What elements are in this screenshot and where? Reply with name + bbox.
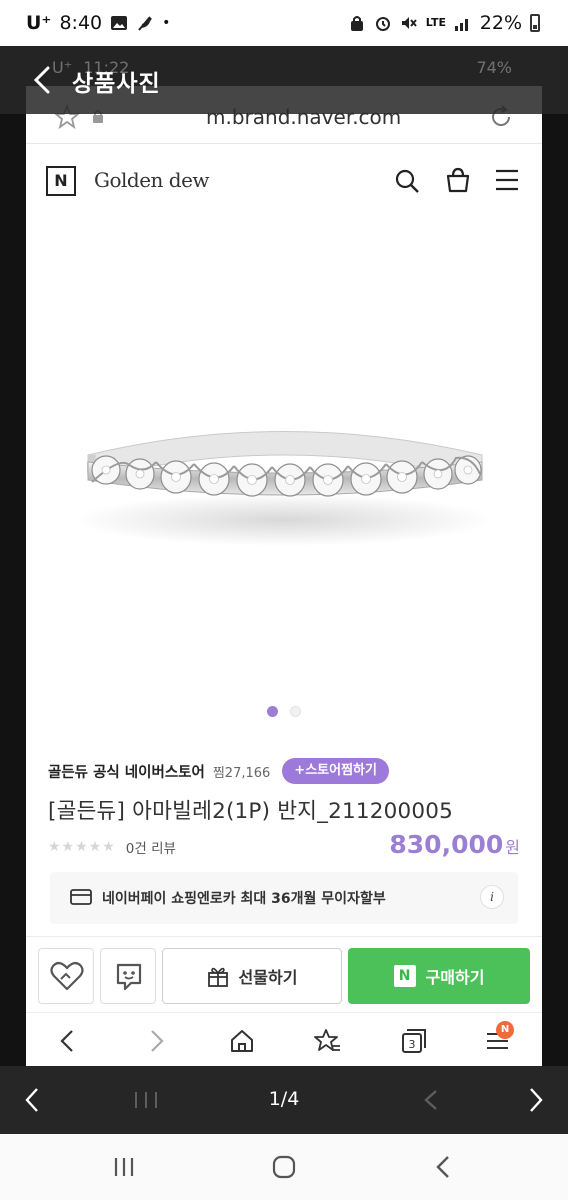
purchase-action-bar: 선물하기 N 구매하기 [26, 936, 542, 1012]
card-icon [70, 889, 92, 905]
system-nav-bar [0, 1134, 568, 1200]
chevron-left-icon[interactable] [430, 1154, 458, 1180]
store-follow-button[interactable]: +스토어찜하기 [282, 758, 389, 784]
gift-label: 선물하기 [238, 968, 298, 987]
chevron-left-icon[interactable] [54, 1027, 82, 1055]
clock: 8:40 [59, 12, 103, 34]
store-row: 골든듀 공식 네이버스토어 찜27,166 +스토어찜하기 [48, 756, 528, 786]
viewer-title: 상품사진 [72, 71, 161, 97]
page-counter: 1/4 [268, 1088, 300, 1110]
battery-icon [530, 14, 540, 32]
rating-row: ★★★★★ 0건 리뷰 [48, 836, 176, 858]
viewer-footer: 1/4 [0, 1066, 568, 1134]
battery-percent: 22% [479, 12, 522, 34]
price: 830,000 원 [389, 830, 520, 859]
feather-icon [138, 16, 153, 31]
brand-logo[interactable]: N [46, 166, 76, 196]
chevron-right-icon[interactable] [526, 1086, 546, 1114]
heart-icon [50, 961, 84, 991]
network-label: LTE [425, 16, 446, 29]
chevron-right-icon[interactable] [142, 1027, 170, 1055]
wishlist-button[interactable] [38, 948, 94, 1004]
browser-nav-bar: 3 N [26, 1012, 542, 1066]
dot-icon: • [162, 15, 171, 31]
tabs-icon[interactable]: 3 [400, 1027, 428, 1055]
home-icon[interactable] [228, 1027, 256, 1055]
pagination-dot[interactable] [267, 706, 279, 717]
alarm-icon [375, 17, 390, 31]
search-icon[interactable] [394, 168, 420, 194]
brand-header: N Golden dew [26, 144, 542, 218]
talk-icon [116, 963, 142, 991]
mute-icon [401, 17, 417, 29]
menu-icon[interactable] [494, 168, 520, 192]
bookmark-icon[interactable] [314, 1027, 342, 1055]
photo-icon [111, 16, 128, 30]
info-icon[interactable]: i [480, 885, 504, 909]
product-image[interactable] [26, 218, 542, 688]
recents-icon[interactable] [110, 1154, 138, 1180]
viewer-header: U⁺ 11:22 74% 상품사진 [0, 46, 568, 114]
talktalk-button[interactable] [100, 948, 156, 1004]
gift-icon [207, 967, 228, 987]
buy-label: 구매하기 [425, 968, 485, 987]
naver-pay-logo: N [393, 965, 416, 987]
store-name[interactable]: 골든듀 공식 네이버스토어 [48, 761, 205, 782]
price-value: 830,000 [389, 830, 504, 859]
screenshot-image[interactable]: m.brand.naver.com N Golden dew 골든듀 공식 네이… [26, 86, 542, 1066]
lock-icon [350, 16, 363, 31]
image-pagination [26, 702, 542, 717]
store-favorite-count: 찜27,166 [212, 765, 271, 781]
brand-name[interactable]: Golden dew [94, 168, 210, 192]
buy-button[interactable]: N 구매하기 [348, 948, 530, 1004]
signal-icon [454, 19, 468, 31]
bag-icon[interactable] [444, 166, 472, 194]
back-icon[interactable] [30, 64, 56, 96]
new-badge: N [496, 1021, 514, 1039]
rating-stars: ★★★★★ [48, 839, 116, 855]
status-bar: U⁺ 8:40 • LTE 22% [0, 0, 568, 46]
circle-home-icon[interactable] [270, 1154, 298, 1180]
product-title: [골든듀] 아마빌레2(1P) 반지_211200005 [48, 799, 454, 824]
review-count[interactable]: 0건 리뷰 [126, 837, 176, 857]
price-unit: 원 [505, 838, 520, 857]
tabs-count: 3 [409, 1038, 416, 1051]
pagination-dot[interactable] [289, 706, 301, 717]
installment-text: 네이버페이 쇼핑엔로카 최대 36개월 무이자할부 [102, 891, 386, 907]
installment-banner[interactable]: 네이버페이 쇼핑엔로카 최대 36개월 무이자할부 i [50, 872, 518, 924]
embedded-battery: 74% [476, 58, 512, 77]
gift-button[interactable]: 선물하기 [162, 948, 342, 1004]
carrier-label: U⁺ [26, 12, 52, 34]
